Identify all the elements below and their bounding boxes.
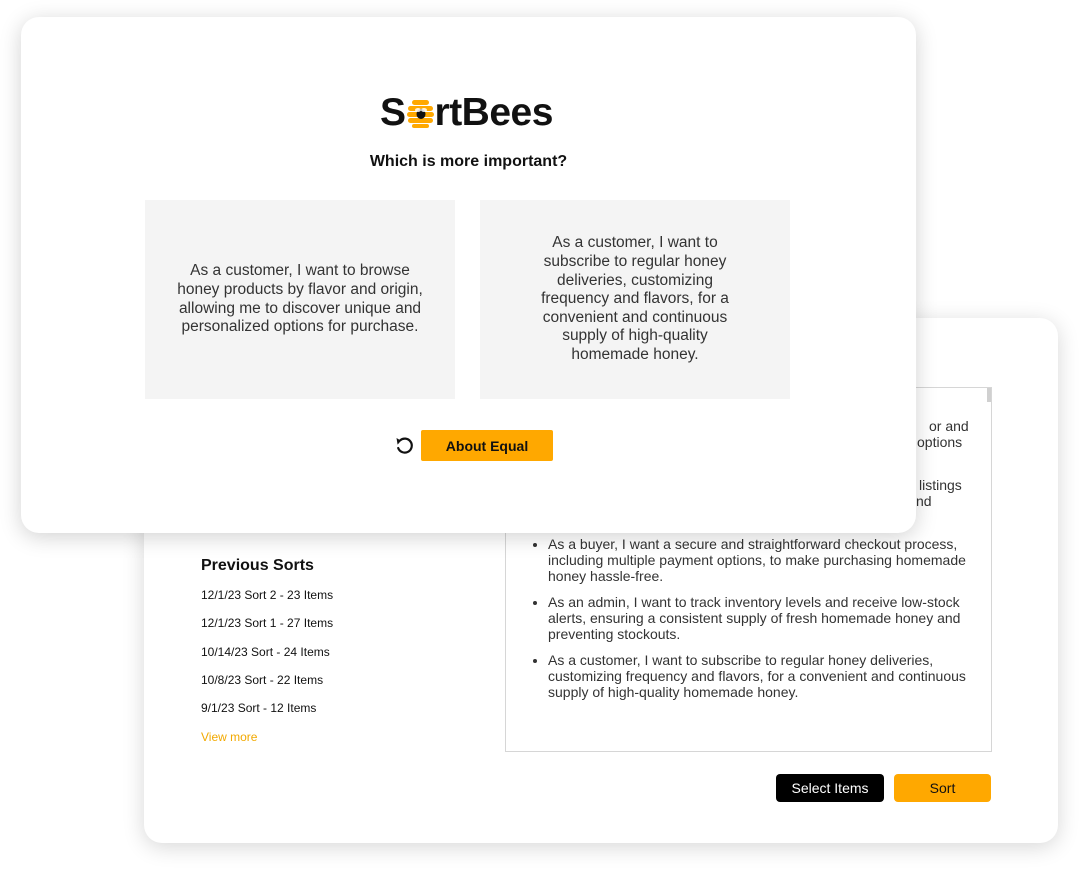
- undo-icon[interactable]: [394, 435, 416, 457]
- previous-sort-item[interactable]: 10/14/23 Sort - 24 Items: [201, 644, 333, 672]
- previous-sort-item[interactable]: 9/1/23 Sort - 12 Items: [201, 700, 333, 728]
- view-more-link[interactable]: View more: [201, 730, 257, 744]
- sort-button[interactable]: Sort: [894, 774, 991, 802]
- story-partial-text: listings: [919, 477, 962, 493]
- option-right-text: As a customer, I want to subscribe to re…: [541, 234, 729, 363]
- comparison-card: S rtBees Which is more important? As a c…: [21, 17, 916, 533]
- story-partial-text: nd: [916, 493, 932, 509]
- previous-sort-item[interactable]: 10/8/23 Sort - 22 Items: [201, 672, 333, 700]
- option-left-card[interactable]: As a customer, I want to browse honey pr…: [145, 200, 455, 399]
- option-right-card[interactable]: As a customer, I want to subscribe to re…: [480, 200, 790, 399]
- list-item: As a customer, I want to subscribe to re…: [548, 652, 988, 700]
- comparison-question: Which is more important?: [369, 153, 568, 170]
- about-equal-button[interactable]: About Equal: [421, 430, 553, 461]
- story-list: As a buyer, I want a secure and straight…: [530, 536, 988, 710]
- previous-sorts-list: 12/1/23 Sort 2 - 23 Items 12/1/23 Sort 1…: [201, 587, 333, 728]
- logo-text-prefix: S: [380, 91, 406, 134]
- previous-sorts-title: Previous Sorts: [201, 557, 314, 574]
- list-item: As an admin, I want to track inventory l…: [548, 594, 988, 642]
- story-partial-text: options: [917, 434, 963, 450]
- list-item: As a buyer, I want a secure and straight…: [548, 536, 988, 584]
- scrollbar[interactable]: [987, 388, 991, 402]
- previous-sort-item[interactable]: 12/1/23 Sort 2 - 23 Items: [201, 587, 333, 615]
- story-partial-text: or and: [929, 418, 969, 434]
- logo-text-suffix: rtBees: [434, 91, 554, 134]
- option-left-text: As a customer, I want to browse honey pr…: [177, 262, 423, 336]
- beehive-icon: [406, 98, 434, 128]
- sortbees-logo: S rtBees: [380, 93, 553, 133]
- previous-sort-item[interactable]: 12/1/23 Sort 1 - 27 Items: [201, 615, 333, 643]
- select-items-button[interactable]: Select Items: [776, 774, 884, 802]
